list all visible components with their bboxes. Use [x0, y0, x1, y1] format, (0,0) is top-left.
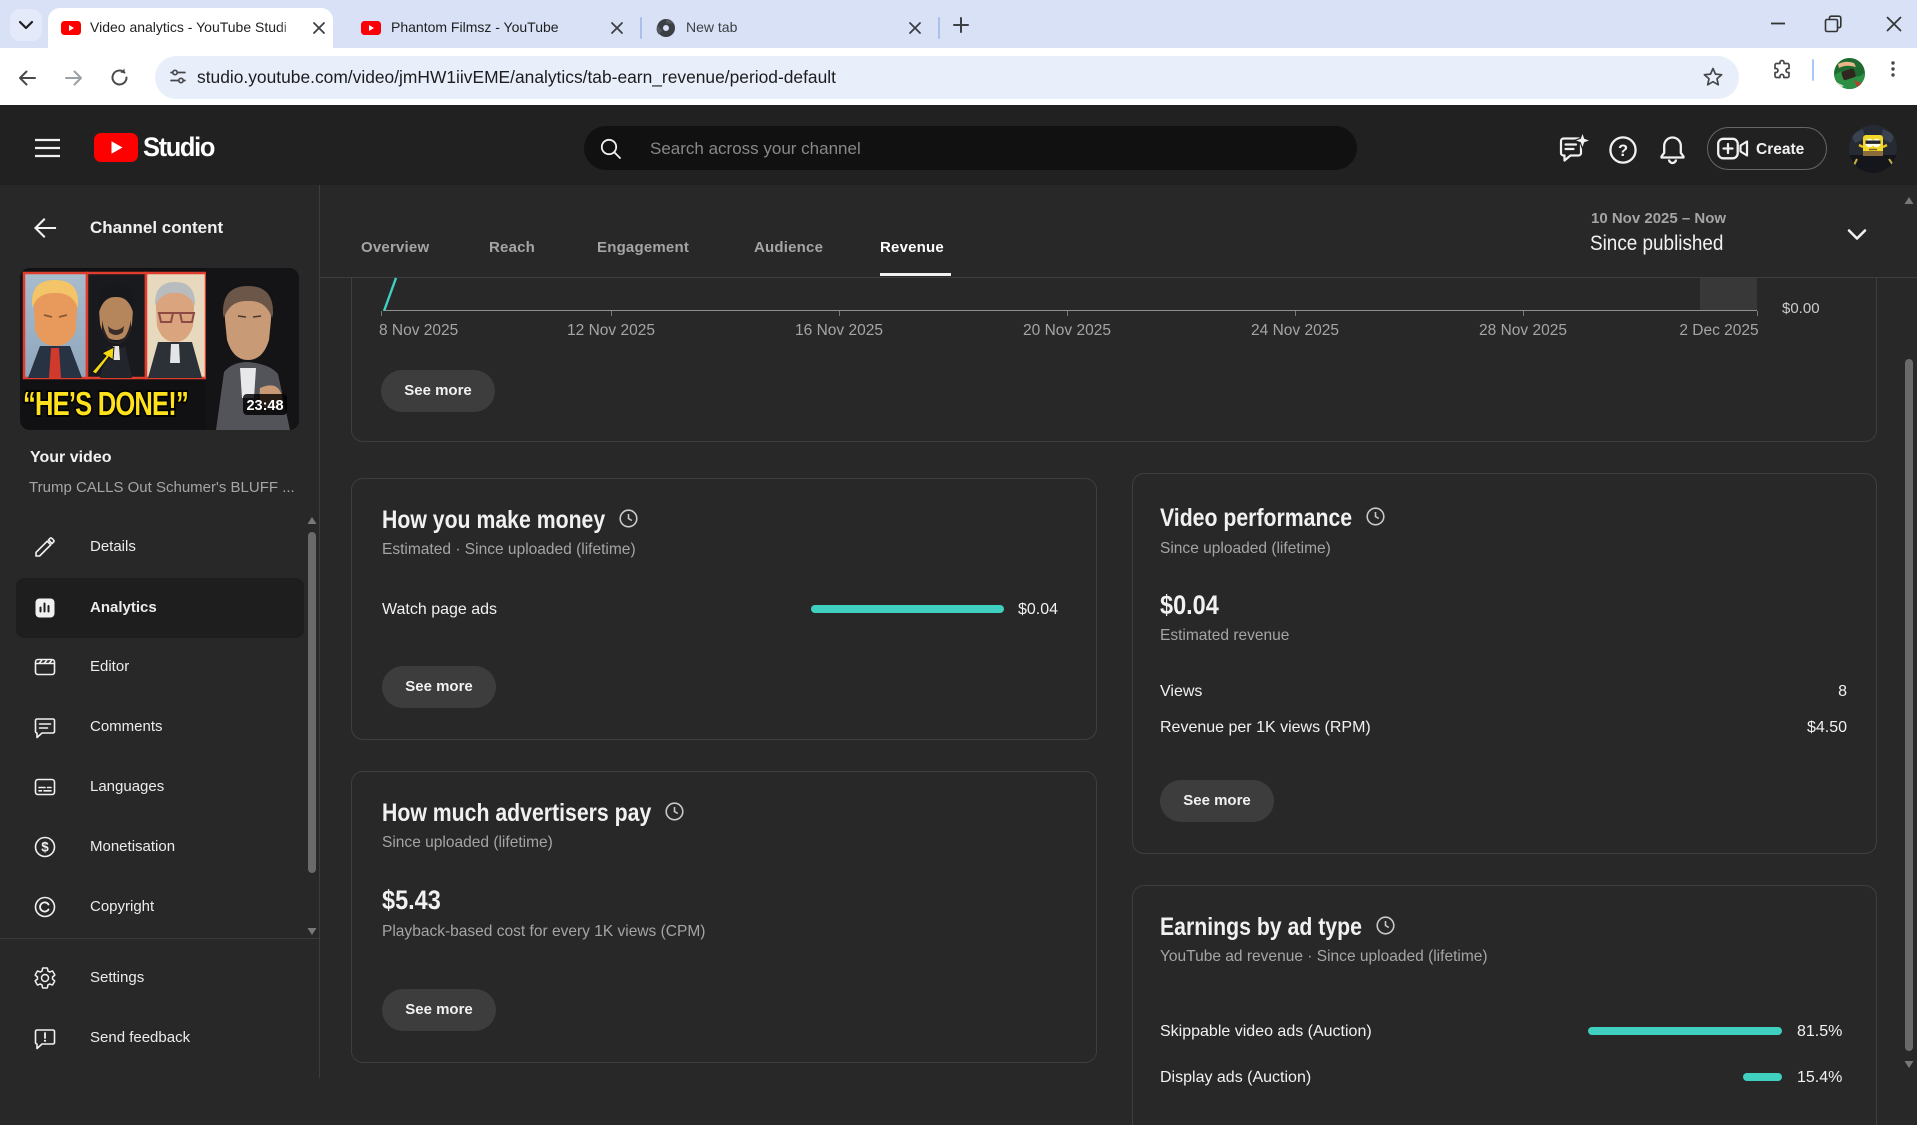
svg-text:“HE’S DONE!”: “HE’S DONE!”: [23, 385, 188, 422]
svg-text:?: ?: [1618, 142, 1628, 160]
svg-text:23:48: 23:48: [246, 398, 283, 414]
svg-text:$: $: [41, 840, 49, 855]
